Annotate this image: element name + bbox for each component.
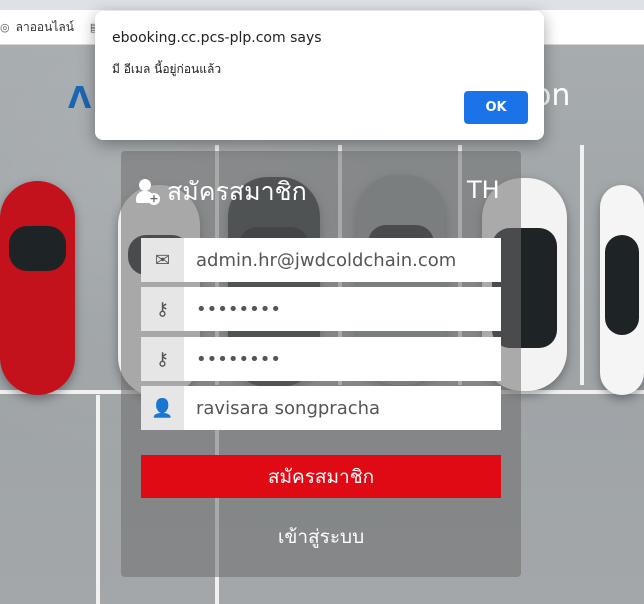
globe-icon: ◎ bbox=[0, 20, 10, 34]
confirm-password-input[interactable] bbox=[184, 337, 501, 381]
email-field: ✉ bbox=[141, 238, 501, 282]
confirm-password-field: ⚷ bbox=[141, 337, 501, 381]
dialog-message: มี อีเมล นี้อยู่ก่อนแล้ว bbox=[112, 62, 222, 76]
alert-dialog: ebooking.cc.pcs-plp.com says มี อีเมล นี… bbox=[95, 11, 544, 140]
email-input[interactable] bbox=[184, 238, 501, 282]
stall-line bbox=[580, 145, 584, 385]
bookmark-label: ลาออนไลน์ bbox=[15, 19, 74, 34]
white-car bbox=[600, 185, 644, 395]
browser-tab-strip bbox=[0, 0, 644, 10]
stall-line bbox=[96, 395, 100, 604]
name-field: 👤 bbox=[141, 386, 501, 430]
bookmark-item[interactable]: ◎ ลาออนไลน์ bbox=[0, 18, 74, 37]
key-icon: ⚷ bbox=[141, 287, 184, 331]
name-input[interactable] bbox=[184, 386, 501, 430]
user-icon: 👤 bbox=[141, 386, 184, 430]
password-field: ⚷ bbox=[141, 287, 501, 331]
login-link[interactable]: เข้าสู่ระบบ bbox=[141, 522, 501, 552]
user-plus-icon: + bbox=[135, 179, 160, 205]
dialog-title: ebooking.cc.pcs-plp.com says bbox=[112, 30, 322, 46]
register-title: สมัครสมาชิก bbox=[167, 177, 307, 206]
register-heading: + สมัครสมาชิก bbox=[135, 172, 307, 212]
envelope-icon: ✉ bbox=[141, 238, 184, 282]
password-input[interactable] bbox=[184, 287, 501, 331]
key-icon: ⚷ bbox=[141, 337, 184, 381]
ok-button[interactable]: OK bbox=[464, 91, 528, 124]
red-car bbox=[0, 181, 75, 395]
language-toggle[interactable]: TH bbox=[467, 176, 500, 204]
register-button[interactable]: สมัครสมาชิก bbox=[141, 455, 501, 498]
